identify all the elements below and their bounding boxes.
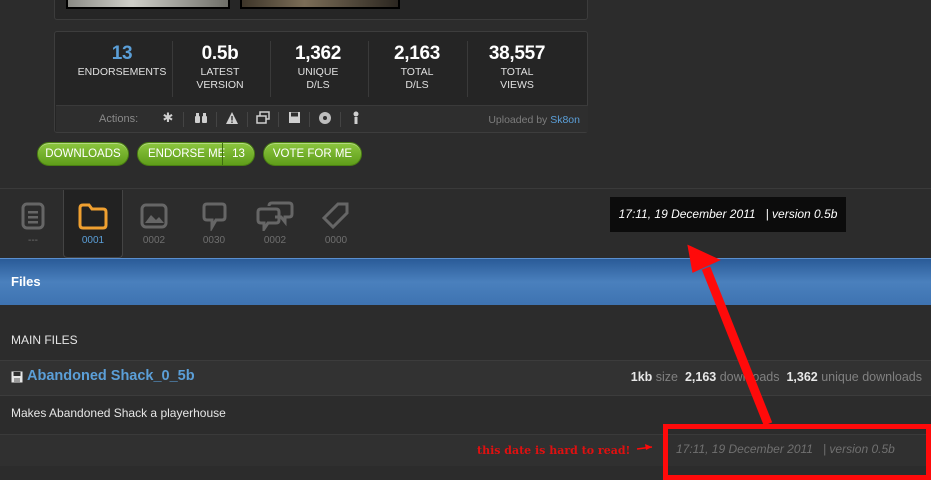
annotation-arrow-shaft (701, 266, 773, 426)
annotation-arrows (636, 244, 773, 450)
annotation-arrowhead (687, 244, 721, 273)
annotation-small-arrowhead (645, 444, 652, 450)
